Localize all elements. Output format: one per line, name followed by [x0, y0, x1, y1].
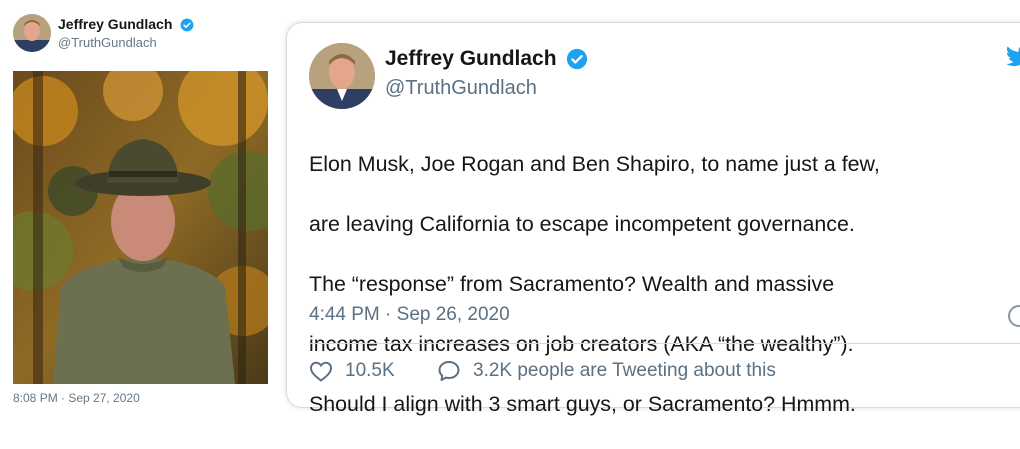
- tweet-card: Jeffrey Gundlach @TruthGundlach Elon Mus…: [286, 22, 1020, 416]
- tweet-text-line: are leaving California to escape incompe…: [309, 212, 855, 236]
- tweet-photo[interactable]: [13, 71, 268, 384]
- tweet-text-line: Elon Musk, Joe Rogan and Ben Shapiro, to…: [309, 152, 880, 176]
- author-name[interactable]: Jeffrey Gundlach: [58, 16, 194, 32]
- tweet-timestamp[interactable]: 8:08 PM · Sep 27, 2020: [13, 391, 140, 405]
- like-button[interactable]: 10.5K: [309, 360, 395, 382]
- tweet-text-line: Should I align with 3 smart guys, or Sac…: [309, 392, 856, 416]
- heart-icon: [309, 361, 333, 382]
- tweeting-about-link[interactable]: 3.2K people are Tweeting about this: [437, 360, 776, 382]
- verified-badge-icon: [180, 18, 194, 32]
- twitter-bird-icon[interactable]: [1005, 45, 1020, 69]
- tweet-text-line: income tax increases on job creators (AK…: [309, 332, 854, 356]
- divider: [309, 343, 1020, 344]
- author-name[interactable]: Jeffrey Gundlach: [385, 47, 588, 71]
- tweet-text-line: The “response” from Sacramento? Wealth a…: [309, 272, 835, 296]
- speech-bubble-icon: [438, 361, 460, 381]
- author-handle[interactable]: @TruthGundlach: [58, 35, 157, 50]
- avatar[interactable]: [309, 43, 375, 109]
- left-tweet: Jeffrey Gundlach @TruthGundlach 8:08 PM …: [0, 0, 288, 407]
- tweet-text: Elon Musk, Joe Rogan and Ben Shapiro, to…: [309, 119, 1020, 449]
- verified-badge-icon: [567, 49, 588, 70]
- author-handle[interactable]: @TruthGundlach: [385, 77, 537, 100]
- tweet-timestamp[interactable]: 4:44 PM · Sep 26, 2020: [309, 304, 510, 326]
- avatar[interactable]: [13, 14, 51, 52]
- tweeting-about-text: 3.2K people are Tweeting about this: [473, 360, 776, 381]
- like-count: 10.5K: [345, 360, 395, 381]
